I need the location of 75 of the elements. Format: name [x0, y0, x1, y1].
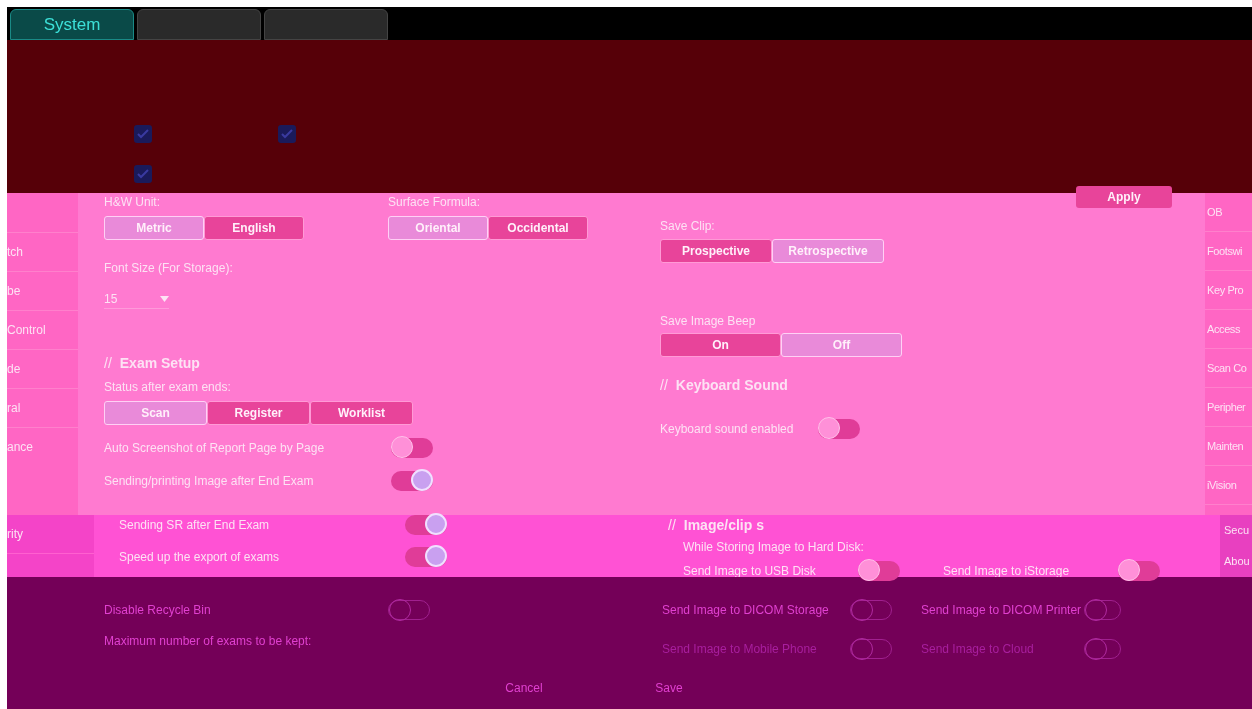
- segment-option[interactable]: Retrospective: [772, 239, 884, 263]
- cancel-button[interactable]: Cancel: [499, 679, 549, 697]
- toggle-switch[interactable]: [405, 547, 447, 567]
- checkmark-icon: [137, 129, 149, 139]
- sidebar-item[interactable]: iVision: [1207, 476, 1237, 494]
- toggle-switch[interactable]: [391, 438, 433, 458]
- checkmark-icon: [281, 129, 293, 139]
- field-label: Status after exam ends:: [104, 379, 232, 396]
- sidebar-item[interactable]: Control: [7, 321, 46, 339]
- field-label: Surface Formula:: [388, 194, 482, 211]
- segment-option[interactable]: Metric: [104, 216, 204, 240]
- segment-option[interactable]: Occidental: [488, 216, 588, 240]
- sidebar-item[interactable]: Access: [1207, 320, 1241, 338]
- sidebar-item[interactable]: Footswi: [1207, 242, 1243, 260]
- setting-label: Sending/printing Image after End Exam: [104, 473, 315, 490]
- field-label: Font Size (For Storage):: [104, 260, 234, 277]
- field-label: Save Clip:: [660, 218, 716, 235]
- segment-option[interactable]: Oriental: [388, 216, 488, 240]
- toggle-switch[interactable]: [405, 515, 447, 535]
- setting-label: Send Image to Cloud: [921, 641, 1035, 658]
- save-button[interactable]: Save: [649, 679, 689, 697]
- heading-marker: //: [660, 376, 668, 395]
- setting-label: Sending SR after End Exam: [119, 517, 271, 534]
- setting-label: Send Image to iStorage: [943, 563, 1071, 580]
- field-label: Save Image Beep: [660, 313, 757, 330]
- segment-option[interactable]: English: [204, 216, 304, 240]
- toggle-switch[interactable]: [391, 471, 433, 491]
- sidebar-item[interactable]: ral: [7, 399, 21, 417]
- section-heading: Image/clip s: [683, 516, 764, 535]
- segment-option[interactable]: Off: [781, 333, 902, 357]
- checkbox[interactable]: [134, 165, 152, 183]
- section-heading: Exam Setup: [119, 354, 200, 373]
- segment-option[interactable]: On: [660, 333, 781, 357]
- setting-label: Keyboard sound enabled: [660, 421, 795, 438]
- checkmark-icon: [137, 169, 149, 179]
- tab[interactable]: System: [10, 9, 134, 40]
- segment-option[interactable]: Scan: [104, 401, 207, 425]
- sidebar-item[interactable]: Peripher: [1207, 398, 1246, 416]
- toggle-switch[interactable]: [858, 561, 900, 581]
- sidebar-item[interactable]: Abou: [1224, 553, 1250, 570]
- sidebar-item[interactable]: Secu: [1224, 522, 1250, 539]
- sidebar-item[interactable]: tch: [7, 243, 23, 261]
- setting-label: Send Image to DICOM Storage: [662, 602, 830, 619]
- sidebar-item[interactable]: rity: [7, 525, 23, 543]
- segment-option[interactable]: Register: [207, 401, 310, 425]
- checkbox[interactable]: [278, 125, 296, 143]
- setting-label: Disable Recycle Bin: [104, 602, 212, 619]
- field-label: H&W Unit:: [104, 194, 161, 211]
- section-heading: Keyboard Sound: [675, 376, 788, 395]
- setting-label: Send Image to Mobile Phone: [662, 641, 818, 658]
- segment-option[interactable]: Prospective: [660, 239, 772, 263]
- toggle-switch[interactable]: [818, 419, 860, 439]
- field-label: While Storing Image to Hard Disk:: [683, 539, 865, 556]
- sidebar-item[interactable]: Key Pro: [1207, 281, 1244, 299]
- sidebar-item[interactable]: OB: [1207, 203, 1223, 221]
- checkbox[interactable]: [134, 125, 152, 143]
- segment-option[interactable]: Worklist: [310, 401, 413, 425]
- field-label: Maximum number of exams to be kept:: [104, 633, 313, 650]
- heading-marker: //: [104, 354, 112, 373]
- setting-label: Send Image to DICOM Printer: [921, 602, 1083, 619]
- sidebar-item[interactable]: be: [7, 282, 21, 300]
- toggle-switch[interactable]: [1118, 561, 1160, 581]
- tab[interactable]: [137, 9, 261, 40]
- setting-label: Auto Screenshot of Report Page by Page: [104, 440, 326, 457]
- dropdown-caret-icon: [160, 295, 169, 302]
- tab[interactable]: [264, 9, 388, 40]
- font-size-dropdown[interactable]: 15: [104, 289, 169, 309]
- apply-button[interactable]: Apply: [1076, 186, 1172, 208]
- setting-label: Speed up the export of exams: [119, 549, 281, 566]
- sidebar-item[interactable]: Mainten: [1207, 437, 1244, 455]
- sidebar-item[interactable]: ance: [7, 438, 34, 456]
- sidebar-item[interactable]: Scan Co: [1207, 359, 1247, 377]
- setting-label: Send Image to USB Disk: [683, 563, 817, 580]
- heading-marker: //: [668, 516, 676, 535]
- sidebar-item[interactable]: de: [7, 360, 21, 378]
